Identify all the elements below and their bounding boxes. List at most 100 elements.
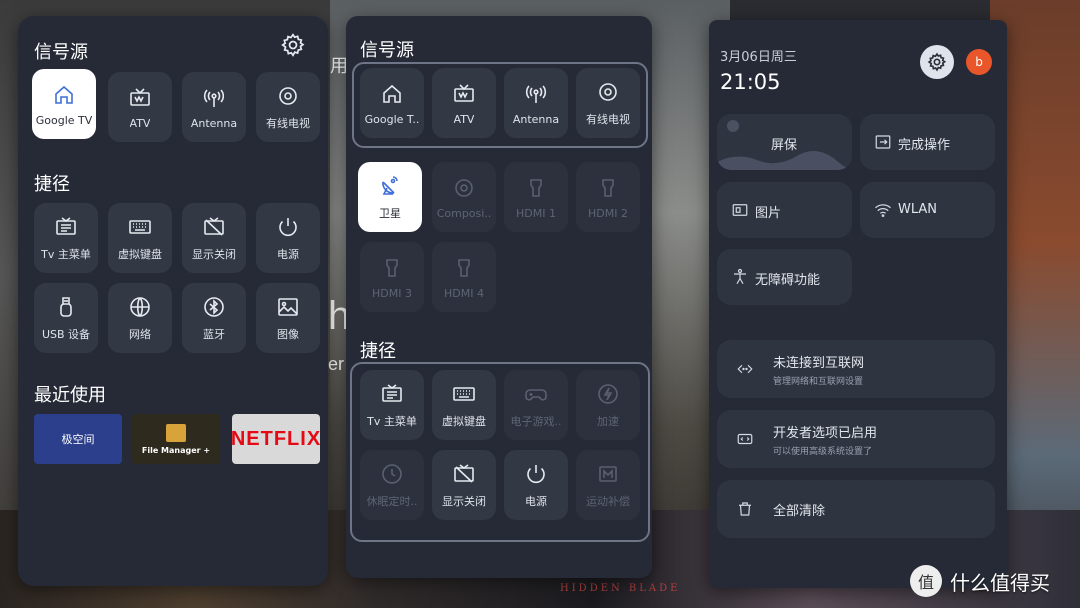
quick-tile-screensaver[interactable]: 屏保	[717, 114, 852, 170]
recent-app-file-manager[interactable]: File Manager +	[132, 414, 220, 464]
shortcut-label: 蓝牙	[203, 328, 225, 341]
settings-button[interactable]	[920, 45, 954, 79]
settings-button[interactable]	[278, 30, 308, 60]
quick-tile-accessibility[interactable]: 无障碍功能	[717, 249, 852, 305]
source-antenna[interactable]: Antenna	[182, 72, 246, 142]
shortcut-tv-menu[interactable]: Tv 主菜单	[360, 370, 424, 440]
shortcut-display-off[interactable]: 显示关闭	[432, 450, 496, 520]
source-antenna[interactable]: Antenna	[504, 68, 568, 138]
background-text-fragment: er	[328, 354, 345, 374]
source-cable-tv[interactable]: 有线电视	[256, 72, 320, 142]
power-icon	[275, 214, 301, 240]
recent-app-jikongjian[interactable]: 极空间	[34, 414, 122, 464]
gear-icon	[275, 83, 301, 109]
source-satellite[interactable]: 卫星	[358, 162, 422, 232]
source-label: Antenna	[512, 112, 560, 126]
satellite-icon	[377, 173, 403, 199]
shortcut-label: 电源	[277, 248, 299, 261]
shortcut-label: 休眠定时..	[366, 495, 418, 508]
source-composite[interactable]: Composi..	[432, 162, 496, 232]
gamepad-icon	[523, 381, 549, 407]
watermark-badge-text: 值	[917, 573, 934, 592]
shortcut-bluetooth[interactable]: 蓝牙	[182, 283, 246, 353]
shortcut-usb[interactable]: USB 设备	[34, 283, 98, 353]
shortcut-label: Tv 主菜单	[367, 415, 417, 428]
notification-panel: 3月06日周三 21:05 b 屏保 完成操作 图片 WLAN 无障碍功能 未连…	[709, 20, 1007, 588]
source-google-tv[interactable]: Google TV	[32, 69, 96, 139]
home-icon	[379, 81, 405, 107]
hdmi-icon	[595, 175, 621, 201]
quick-tile-picture[interactable]: 图片	[717, 182, 852, 238]
source-atv[interactable]: ATV	[432, 68, 496, 138]
tv-menu-icon	[53, 214, 79, 240]
quick-menu-panel: 信号源 Google TV ATV Antenna 有线电视 捷径 Tv 主菜单…	[18, 16, 328, 586]
quick-tile-wlan[interactable]: WLAN	[860, 182, 995, 238]
shortcut-label: 电源	[525, 495, 547, 508]
notification-developer-options[interactable]: 开发者选项已启用 可以使用高级系统设置了	[717, 410, 995, 468]
clear-all-button[interactable]: 全部清除	[717, 480, 995, 538]
gear-icon	[281, 33, 305, 57]
hdmi-icon	[523, 175, 549, 201]
hdmi-icon	[379, 255, 405, 281]
network-code-icon	[736, 360, 754, 378]
source-hdmi-1[interactable]: HDMI 1	[504, 162, 568, 232]
clock-icon	[379, 461, 405, 487]
home-icon	[51, 82, 77, 108]
shortcut-network[interactable]: 网络	[108, 283, 172, 353]
shortcut-label: 图像	[277, 328, 299, 341]
shortcut-tv-menu[interactable]: Tv 主菜单	[34, 203, 98, 273]
source-hdmi-3[interactable]: HDMI 3	[360, 242, 424, 312]
shortcut-label: 显示关闭	[442, 495, 486, 508]
source-cable-tv[interactable]: 有线电视	[576, 68, 640, 138]
clear-all-label: 全部清除	[773, 504, 826, 519]
watermark: 值 什么值得买	[910, 565, 1050, 597]
globe-icon	[127, 294, 153, 320]
usb-icon	[53, 294, 79, 320]
section-title-sources: 信号源	[360, 40, 414, 61]
source-label: 有线电视	[586, 113, 630, 126]
wifi-icon	[874, 201, 892, 219]
shortcut-label: 电子游戏..	[510, 415, 562, 428]
display-off-icon	[201, 214, 227, 240]
antenna-icon	[201, 85, 227, 111]
shortcut-virtual-keyboard[interactable]: 虚拟键盘	[108, 203, 172, 273]
shortcut-boost[interactable]: 加速	[576, 370, 640, 440]
shortcut-power[interactable]: 电源	[504, 450, 568, 520]
notification-subtitle: 管理网络和互联网设置	[773, 377, 864, 387]
shortcut-label: 显示关闭	[192, 248, 236, 261]
display-off-icon	[451, 461, 477, 487]
source-atv[interactable]: ATV	[108, 72, 172, 142]
source-hdmi-2[interactable]: HDMI 2	[576, 162, 640, 232]
quick-tile-label: 完成操作	[898, 138, 951, 153]
date-label: 3月06日周三	[720, 50, 797, 65]
avatar[interactable]: b	[966, 49, 992, 75]
shortcut-label: 虚拟键盘	[442, 415, 486, 428]
hdmi-icon	[451, 255, 477, 281]
shortcut-virtual-keyboard[interactable]: 虚拟键盘	[432, 370, 496, 440]
source-label: ATV	[129, 116, 151, 130]
trash-icon	[736, 500, 754, 518]
notification-no-internet[interactable]: 未连接到互联网 管理网络和互联网设置	[717, 340, 995, 398]
section-title-shortcuts: 捷径	[34, 174, 70, 195]
shortcut-image[interactable]: 图像	[256, 283, 320, 353]
source-hdmi-4[interactable]: HDMI 4	[432, 242, 496, 312]
source-google-tv[interactable]: Google T..	[360, 68, 424, 138]
gear-icon	[927, 52, 947, 72]
quick-tile-finish-action[interactable]: 完成操作	[860, 114, 995, 170]
shortcut-motion-compensation[interactable]: 运动补偿	[576, 450, 640, 520]
quick-tile-label: 图片	[755, 206, 782, 221]
shortcut-display-off[interactable]: 显示关闭	[182, 203, 246, 273]
shortcut-sleep-timer[interactable]: 休眠定时..	[360, 450, 424, 520]
source-label: Google T..	[364, 112, 420, 126]
section-title-sources: 信号源	[34, 42, 88, 63]
time-label: 21:05	[720, 70, 781, 94]
shortcut-label: USB 设备	[41, 328, 91, 341]
shortcut-label: 虚拟键盘	[118, 248, 162, 261]
recent-app-netflix[interactable]: NETFLIX	[232, 414, 320, 464]
shortcut-game-mode[interactable]: 电子游戏..	[504, 370, 568, 440]
source-label: Antenna	[190, 116, 238, 130]
watermark-badge: 值	[910, 565, 942, 597]
background-poster-title: HIDDEN BLADE	[560, 583, 681, 594]
source-label: HDMI 2	[588, 206, 628, 220]
shortcut-power[interactable]: 电源	[256, 203, 320, 273]
